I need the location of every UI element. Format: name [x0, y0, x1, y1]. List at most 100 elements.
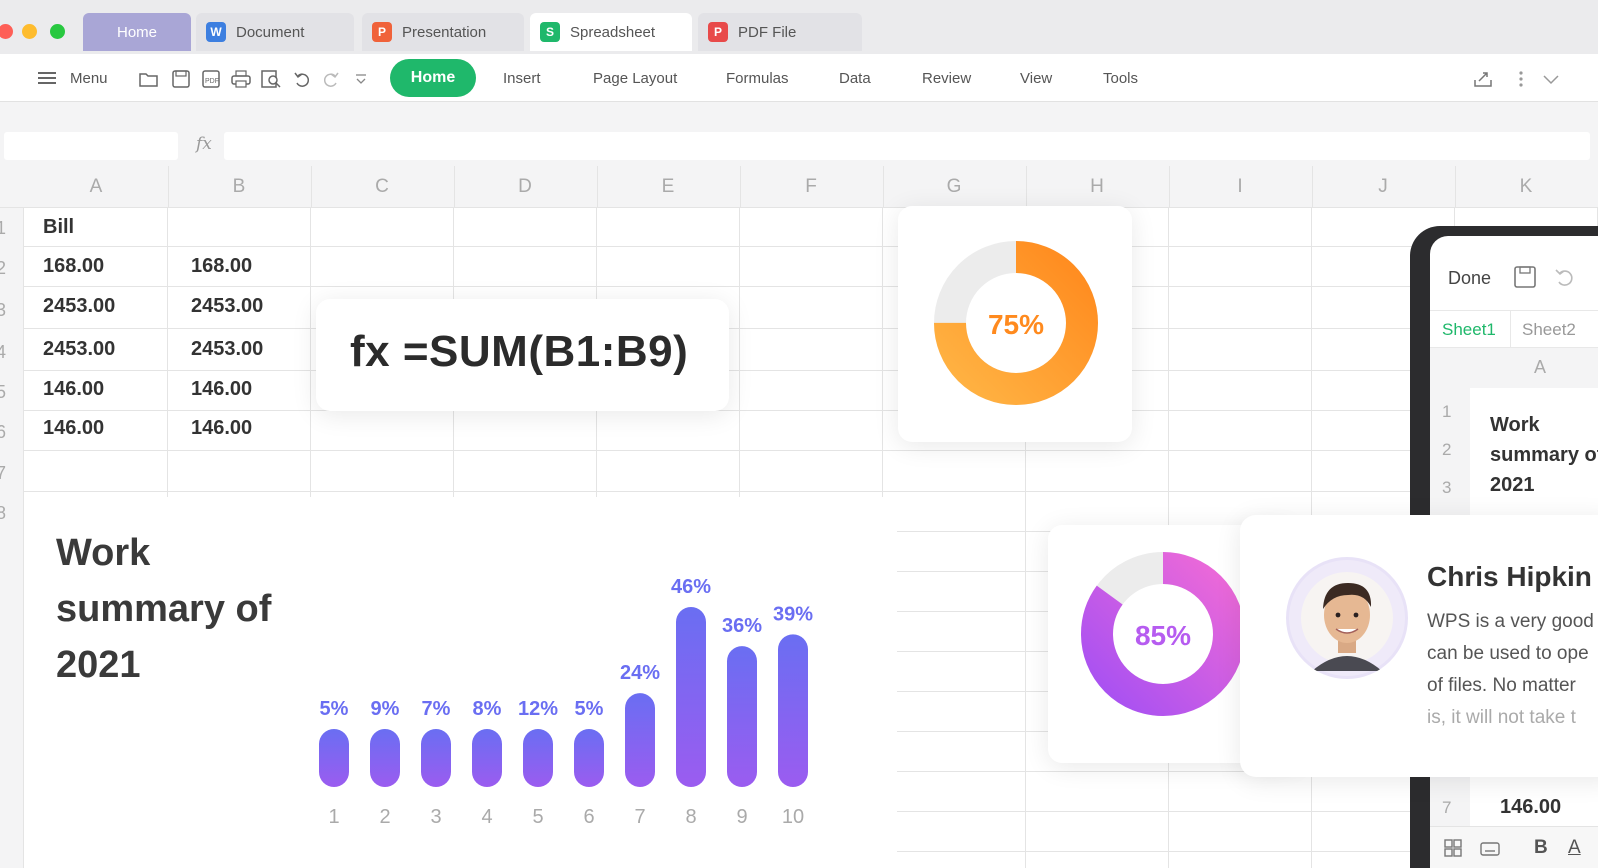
open-folder-icon[interactable]: [138, 68, 160, 90]
column-header-i[interactable]: I: [1168, 166, 1313, 208]
phone-save-icon[interactable]: [1514, 266, 1536, 293]
work-summary-panel: Work summary of 2021 5% 1 9% 2 7% 3 8% 4 12% 5 5% 6…: [24, 497, 897, 868]
fx-icon: fx: [196, 134, 212, 154]
row-header-8[interactable]: 8: [0, 503, 20, 524]
avatar: [1286, 557, 1408, 679]
cell-a2[interactable]: 168.00: [43, 255, 104, 278]
tab-document-label: Document: [236, 23, 305, 41]
column-header-g[interactable]: G: [882, 166, 1027, 208]
presentation-icon: P: [372, 22, 392, 42]
redo-icon[interactable]: [320, 68, 342, 90]
row-header-3[interactable]: 3: [0, 300, 20, 321]
cell-b6[interactable]: 146.00: [191, 417, 252, 440]
ribbon-tab-insert[interactable]: Insert: [503, 54, 541, 102]
phone-col-a: A: [1534, 357, 1547, 377]
column-header-d[interactable]: D: [453, 166, 598, 208]
phone-tab-sheet2[interactable]: Sheet2: [1522, 320, 1576, 340]
phone-bold-icon[interactable]: B: [1534, 837, 1548, 859]
tab-presentation-label: Presentation: [402, 23, 487, 41]
column-header-b[interactable]: B: [167, 166, 312, 208]
print-icon[interactable]: [230, 68, 252, 90]
donut-purple-label: 85%: [1135, 620, 1191, 651]
row-header-7[interactable]: 7: [0, 463, 20, 484]
cell-b4[interactable]: 2453.00: [191, 338, 263, 361]
tab-spreadsheet[interactable]: S Spreadsheet: [530, 13, 692, 51]
column-header-f[interactable]: F: [739, 166, 884, 208]
tab-home[interactable]: Home: [83, 13, 191, 51]
close-window-button[interactable]: [0, 24, 13, 39]
cell-b3[interactable]: 2453.00: [191, 295, 263, 318]
column-header-j[interactable]: J: [1311, 166, 1456, 208]
cell-a3[interactable]: 2453.00: [43, 295, 115, 318]
tab-pdf[interactable]: P PDF File: [698, 13, 862, 51]
customize-toolbar-icon[interactable]: [350, 68, 372, 90]
bar-value-label: 5%: [575, 698, 604, 720]
ribbon-tab-tools[interactable]: Tools: [1103, 54, 1138, 102]
maximize-window-button[interactable]: [50, 24, 65, 39]
cell-b5[interactable]: 146.00: [191, 378, 252, 401]
testimonial-line-1: WPS is a very good: [1427, 611, 1594, 632]
phone-tab-sheet1[interactable]: Sheet1: [1442, 320, 1496, 340]
print-preview-icon[interactable]: [260, 68, 282, 90]
more-options-icon[interactable]: [1510, 68, 1532, 90]
bar-3: [421, 729, 451, 787]
name-box[interactable]: [4, 132, 178, 160]
cell-b2[interactable]: 168.00: [191, 255, 252, 278]
phone-undo-icon[interactable]: [1554, 266, 1576, 293]
bar-value-label: 9%: [371, 698, 400, 720]
formula-card: fx =SUM(B1:B9): [316, 299, 729, 411]
phone-done-button[interactable]: Done: [1448, 268, 1491, 289]
minimize-window-button[interactable]: [22, 24, 37, 39]
bar-category-label: 6: [583, 806, 594, 828]
share-icon[interactable]: [1472, 68, 1494, 90]
testimonial-name: Chris Hipkin: [1427, 561, 1592, 592]
cell-a6[interactable]: 146.00: [43, 417, 104, 440]
work-summary-title: Work summary of 2021: [56, 532, 272, 686]
phone-grid-icon[interactable]: [1444, 839, 1462, 862]
ribbon-tab-data[interactable]: Data: [839, 54, 871, 102]
donut-chart-orange: 75%: [934, 241, 1098, 405]
save-icon[interactable]: [170, 68, 192, 90]
row-header-1[interactable]: 1: [0, 218, 20, 239]
ribbon-tab-formulas[interactable]: Formulas: [726, 54, 789, 102]
ribbon-tab-home[interactable]: Home: [390, 59, 476, 97]
phone-keyboard-icon[interactable]: [1480, 839, 1500, 862]
testimonial-line-4: is, it will not take t: [1427, 707, 1576, 728]
bar-7: [625, 693, 655, 787]
column-header-a[interactable]: A: [24, 166, 169, 208]
column-header-e[interactable]: E: [596, 166, 741, 208]
tab-document[interactable]: W Document: [196, 13, 354, 51]
tab-presentation[interactable]: P Presentation: [362, 13, 524, 51]
row-header-4[interactable]: 4: [0, 342, 20, 363]
column-header-h[interactable]: H: [1025, 166, 1170, 208]
menu-button[interactable]: Menu: [38, 54, 108, 102]
row-header-5[interactable]: 5: [0, 382, 20, 403]
column-header-k[interactable]: K: [1454, 166, 1598, 208]
row-header-6[interactable]: 6: [0, 422, 20, 443]
collapse-ribbon-icon[interactable]: [1540, 68, 1562, 90]
ribbon-tab-page-layout[interactable]: Page Layout: [593, 54, 677, 102]
ribbon-toolbar: Menu PDF Home Insert Page Layout Formula…: [0, 54, 1598, 102]
grid-row-line: [24, 491, 1598, 492]
export-pdf-icon[interactable]: PDF: [200, 68, 222, 90]
phone-summary-title: Work summary of 2021: [1490, 414, 1598, 496]
ribbon-tab-review[interactable]: Review: [922, 54, 971, 102]
formula-input[interactable]: [224, 132, 1590, 160]
bar-value-label: 24%: [620, 662, 660, 684]
row-header-2[interactable]: 2: [0, 258, 20, 279]
undo-icon[interactable]: [291, 68, 313, 90]
bar-category-label: 2: [379, 806, 390, 828]
phone-text-color-icon[interactable]: A: [1568, 837, 1581, 859]
testimonial-card: Chris Hipkin WPS is a very good can be u…: [1240, 515, 1598, 777]
cell-a1[interactable]: Bill: [43, 216, 74, 239]
bar-category-label: 10: [782, 806, 804, 828]
tab-home-label: Home: [116, 23, 157, 41]
cell-a5[interactable]: 146.00: [43, 378, 104, 401]
bar-value-label: 39%: [773, 603, 813, 625]
ribbon-tab-page-layout-label: Page Layout: [593, 69, 678, 87]
bar-category-label: 5: [532, 806, 543, 828]
ribbon-tab-view[interactable]: View: [1020, 54, 1052, 102]
phone-value-row-7[interactable]: 146.00: [1500, 796, 1561, 819]
cell-a4[interactable]: 2453.00: [43, 338, 115, 361]
column-header-c[interactable]: C: [310, 166, 455, 208]
